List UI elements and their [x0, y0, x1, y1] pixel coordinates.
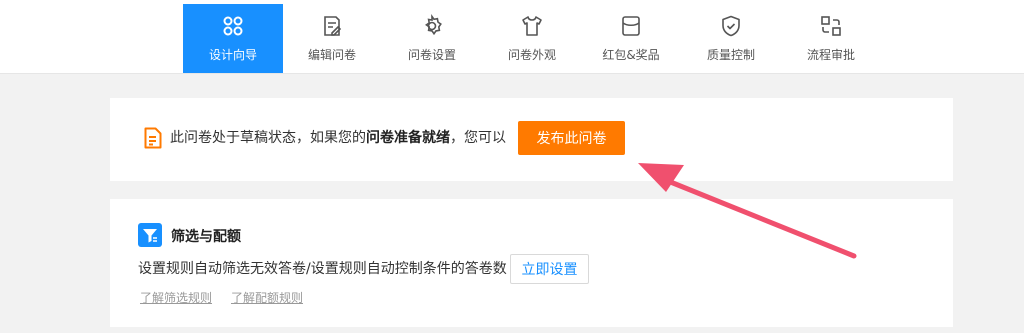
tab-process-approval[interactable]: 流程审批	[781, 4, 881, 73]
tab-label: 问卷设置	[407, 48, 456, 62]
document-icon	[144, 127, 162, 149]
flow-icon	[821, 16, 841, 36]
tab-label: 编辑问卷	[307, 48, 356, 62]
grid-icon	[223, 16, 243, 36]
tab-label: 流程审批	[806, 48, 855, 62]
tab-label: 问卷外观	[507, 48, 556, 62]
tab-label: 质量控制	[706, 48, 755, 62]
tab-red-packet-prizes[interactable]: 红包&奖品	[581, 4, 681, 73]
publish-survey-button[interactable]: 发布此问卷	[518, 121, 625, 155]
draft-text-bold: 问卷准备就绪	[366, 130, 450, 146]
shield-icon	[722, 15, 740, 37]
tab-survey-settings[interactable]: 问卷设置	[382, 4, 482, 73]
tab-quality-control[interactable]: 质量控制	[681, 4, 781, 73]
learn-quota-rules-link[interactable]: 了解配额规则	[231, 289, 303, 306]
gear-icon	[425, 14, 442, 36]
draft-text-after: ，您可以	[450, 130, 506, 146]
learn-filter-rules-link[interactable]: 了解筛选规则	[140, 289, 212, 306]
draft-status-card: 此问卷处于草稿状态，如果您的问卷准备就绪，您可以 发布此问卷	[110, 98, 953, 181]
funnel-icon	[138, 223, 162, 247]
envelope-icon	[622, 16, 640, 36]
tab-label: 设计向导	[208, 48, 257, 62]
top-navigation: 设计向导 编辑问卷 问卷设置 问卷外观 红包&奖品 质量控制 流程审批	[0, 0, 1024, 74]
setup-now-button[interactable]: 立即设置	[510, 254, 589, 284]
draft-text-before: 此问卷处于草稿状态，如果您的	[170, 130, 366, 146]
filter-quota-card: 筛选与配额 设置规则自动筛选无效答卷/设置规则自动控制条件的答卷数 立即设置 了…	[110, 199, 953, 327]
edit-icon	[324, 16, 342, 36]
tab-design-wizard[interactable]: 设计向导	[183, 4, 283, 73]
tab-survey-appearance[interactable]: 问卷外观	[482, 4, 582, 73]
tab-edit-survey[interactable]: 编辑问卷	[282, 4, 382, 73]
draft-status-text: 此问卷处于草稿状态，如果您的问卷准备就绪，您可以	[170, 129, 506, 147]
shirt-icon	[522, 16, 542, 36]
filter-quota-description: 设置规则自动筛选无效答卷/设置规则自动控制条件的答卷数	[138, 261, 507, 277]
filter-quota-title: 筛选与配额	[171, 229, 241, 245]
tab-label: 红包&奖品	[602, 48, 660, 62]
